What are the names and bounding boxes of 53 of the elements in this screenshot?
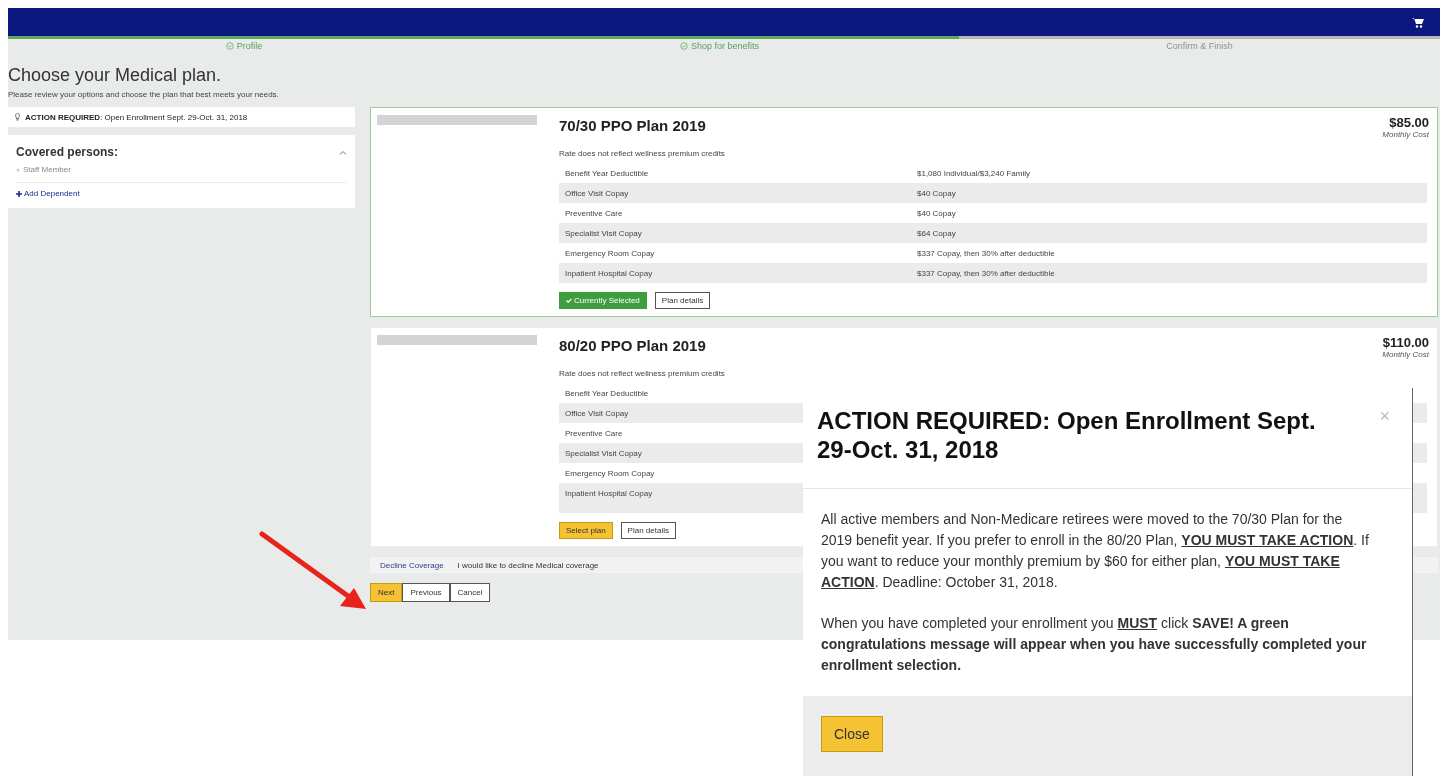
benefit-value: $337 Copay, then 30% after deductible [916,248,1055,258]
benefit-label: Inpatient Hospital Copay [564,268,653,278]
price-caption: Monthly Cost [1382,130,1429,139]
select-plan-button[interactable]: Select plan [559,522,613,539]
benefit-label: Specialist Visit Copay [564,228,642,238]
plan-price: $85.00 [1389,115,1429,130]
benefit-label: Specialist Visit Copay [564,448,642,458]
benefit-label: Office Visit Copay [564,188,629,198]
add-dependent-link[interactable]: Add Dependent [16,183,347,202]
modal-paragraph: All active members and Non-Medicare retirees were moved to the 70/30 Plan for the 2019 benefit year. If you prefer to enroll in the 80/20 Plan, YOU MUST TAKE ACTION. If you want to reduce your monthly premium by $60 for either plan, YOU MUST TAKE ACTION. Deadline: October 31, 2018. [821,510,1370,592]
benefit-value: $40 Copay [916,208,956,218]
page-subtitle: Please review your options and choose the plan that best meets your needs. [8,90,280,99]
benefit-value: $64 Copay [916,228,956,238]
benefit-label: Benefit Year Deductible [564,388,649,398]
benefit-value: $40 Copay [916,188,956,198]
benefit-label: Emergency Room Copay [564,248,655,258]
notice-text: ACTION REQUIRED: Open Enrollment Sept. 29-Oct. 31, 2018 [25,112,248,122]
nav-button[interactable]: Previous [402,583,450,602]
plan-price: $110.00 [1382,335,1429,350]
lightbulb-icon [15,113,20,121]
plan-details-button[interactable]: Plan details [620,522,676,539]
nav-button[interactable]: Next [370,583,403,602]
benefit-value: $337 Copay, then 30% after deductible [916,268,1055,278]
check-circle-icon [225,42,234,50]
benefit-label: Preventive Care [564,208,623,218]
progress-step: Shop for benefits [679,41,759,51]
member-item: Staff Member [16,165,347,183]
benefit-label: Office Visit Copay [564,408,629,418]
cart-icon[interactable] [1412,16,1424,28]
benefit-label: Benefit Year Deductible [564,168,649,178]
modal-paragraph: When you have completed your enrollment you MUST click SAVE! A green congratulations message will appear when you have successfully completed your enrollment selection. [821,614,1368,675]
price-caption: Monthly Cost [1382,350,1429,359]
decline-coverage-link[interactable]: Decline Coverage [380,560,444,570]
plan-name: 80/20 PPO Plan 2019 [559,336,706,356]
plan-note: Rate does not reflect wellness premium credits [559,369,726,378]
benefit-label: Emergency Room Copay [564,468,655,478]
plan-name: 70/30 PPO Plan 2019 [559,116,706,136]
check-icon [566,298,572,303]
progress-step: Confirm & Finish [1166,41,1233,51]
card-title: Covered persons: [16,145,119,159]
benefit-label: Inpatient Hospital Copay [564,489,653,498]
decline-text: I would like to decline Medical coverage [457,560,599,570]
plan-details-button[interactable]: Plan details [654,292,711,309]
plus-icon [16,190,22,197]
benefit-label: Preventive Care [564,428,623,438]
plan-note: Rate does not reflect wellness premium credits [559,149,726,158]
modal-title: ACTION REQUIRED: Open Enrollment Sept. 29-Oct. 31, 2018 [817,406,1317,464]
check-circle-icon [679,42,688,50]
benefit-value: $1,080 Individual/$3,240 Family [916,168,1030,178]
page-title: Choose your Medical plan. [8,65,223,86]
progress-step: Profile [225,41,263,51]
close-button[interactable]: Close [821,716,883,752]
nav-button[interactable]: Cancel [449,583,491,602]
